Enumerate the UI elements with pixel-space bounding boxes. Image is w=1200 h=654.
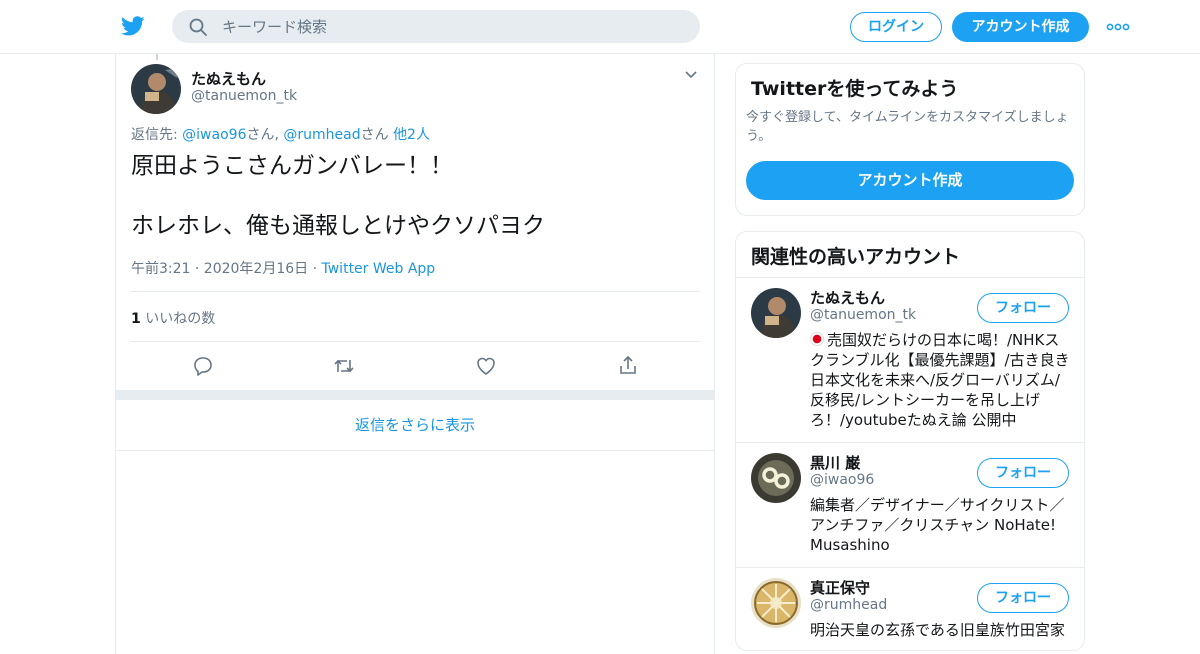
login-button[interactable]: ログイン (850, 12, 942, 42)
reply-user-link[interactable]: @iwao96 (182, 127, 246, 143)
reply-suffix: さん (360, 127, 394, 143)
retweet-icon[interactable] (332, 354, 356, 378)
share-icon[interactable] (616, 354, 640, 378)
account-name[interactable]: 真正保守 (810, 577, 870, 598)
reply-user-link[interactable]: @rumhead (283, 127, 360, 143)
signup-card-title: Twitterを使ってみよう (751, 78, 959, 100)
account-bio: 売国奴だらけの日本に喝！/NHKスクランブル化【最優先課題】/古き良き日本文化を… (810, 330, 1072, 430)
source-app-link[interactable]: Twitter Web App (322, 261, 436, 277)
tweet-detail-column: たぬえもん @tanuemon_tk 返信先: @iwao96さん, @rumh… (115, 54, 715, 654)
thread-connector-line (156, 54, 158, 60)
japan-flag-icon (810, 332, 824, 346)
account-bio: 編集者／デザイナー／サイクリスト／アンチファ／クリスチャン NoHate! Mu… (810, 496, 1065, 554)
author-handle[interactable]: @tanuemon_tk (191, 88, 297, 104)
account-name[interactable]: 黒川 巌 (810, 452, 860, 473)
related-account-item[interactable]: 真正保守 @rumhead フォロー 明治天皇の玄孫である旧皇族竹田宮家 (736, 568, 1084, 650)
search-icon (189, 18, 207, 36)
related-accounts-card: 関連性の高いアカウント たぬえもん @tanuemon_tk フォロー 売国奴だ… (735, 231, 1085, 651)
signup-button[interactable]: アカウント作成 (952, 12, 1089, 42)
account-avatar[interactable] (751, 288, 801, 338)
account-bio-text: 売国奴だらけの日本に喝！/NHKスクランブル化【最優先課題】/古き良き日本文化を… (810, 331, 1070, 429)
divider (130, 291, 700, 292)
like-heart-icon[interactable] (474, 354, 498, 378)
likes-stat[interactable]: 1 いいねの数 (131, 308, 215, 328)
reply-to-line: 返信先: @iwao96さん, @rumheadさん 他2人 (131, 124, 430, 144)
follow-button[interactable]: フォロー (977, 293, 1069, 323)
reply-suffix: さん, (246, 127, 284, 143)
tweet-timestamp: 午前3:21 · 2020年2月16日 · (131, 261, 322, 277)
related-account-item[interactable]: たぬえもん @tanuemon_tk フォロー 売国奴だらけの日本に喝！/NHK… (736, 278, 1084, 443)
reply-prefix: 返信先: (131, 127, 183, 143)
show-more-replies-link[interactable]: 返信をさらに表示 (116, 400, 714, 451)
top-navigation-bar: ログイン アカウント作成 (0, 0, 1200, 54)
signup-card-button[interactable]: アカウント作成 (746, 161, 1074, 200)
tweet-metadata: 午前3:21 · 2020年2月16日 · Twitter Web App (131, 258, 435, 278)
search-input[interactable] (222, 10, 682, 43)
account-avatar[interactable] (751, 453, 801, 503)
likes-count: 1 (131, 311, 141, 327)
tweet-text-line: 原田ようこさんガンバレー！！ (131, 153, 453, 179)
author-avatar[interactable] (131, 64, 181, 114)
chevron-down-icon[interactable] (684, 70, 698, 80)
related-account-item[interactable]: 黒川 巌 @iwao96 フォロー 編集者／デザイナー／サイクリスト／アンチファ… (736, 443, 1084, 568)
likes-label: いいねの数 (140, 311, 216, 327)
account-handle[interactable]: @iwao96 (810, 472, 874, 488)
account-avatar[interactable] (751, 578, 801, 628)
tweet-text: 原田ようこさんガンバレー！！ ホレホレ、俺も通報しとけやクソパヨク (131, 151, 701, 241)
search-box[interactable] (172, 10, 700, 43)
account-bio: 明治天皇の玄孫である旧皇族竹田宮家 (810, 621, 1065, 639)
account-name[interactable]: たぬえもん (810, 287, 885, 308)
section-separator (116, 390, 714, 400)
more-options-icon[interactable] (1106, 18, 1130, 36)
tweet-text-line: ホレホレ、俺も通報しとけやクソパヨク (131, 213, 545, 239)
signup-card: Twitterを使ってみよう 今すぐ登録して、タイムラインをカスタマイズしましょ… (735, 63, 1085, 216)
related-accounts-title: 関連性の高いアカウント (751, 246, 961, 268)
account-handle[interactable]: @rumhead (810, 597, 887, 613)
divider (130, 341, 700, 342)
twitter-bird-logo-icon[interactable] (120, 14, 146, 38)
reply-others-link[interactable]: 他2人 (393, 127, 430, 143)
follow-button[interactable]: フォロー (977, 458, 1069, 488)
signup-card-subtitle: 今すぐ登録して、タイムラインをカスタマイズしましょう。 (746, 110, 1069, 144)
author-name[interactable]: たぬえもん (191, 68, 266, 89)
reply-icon[interactable] (191, 354, 215, 378)
account-handle[interactable]: @tanuemon_tk (810, 307, 916, 323)
follow-button[interactable]: フォロー (977, 583, 1069, 613)
